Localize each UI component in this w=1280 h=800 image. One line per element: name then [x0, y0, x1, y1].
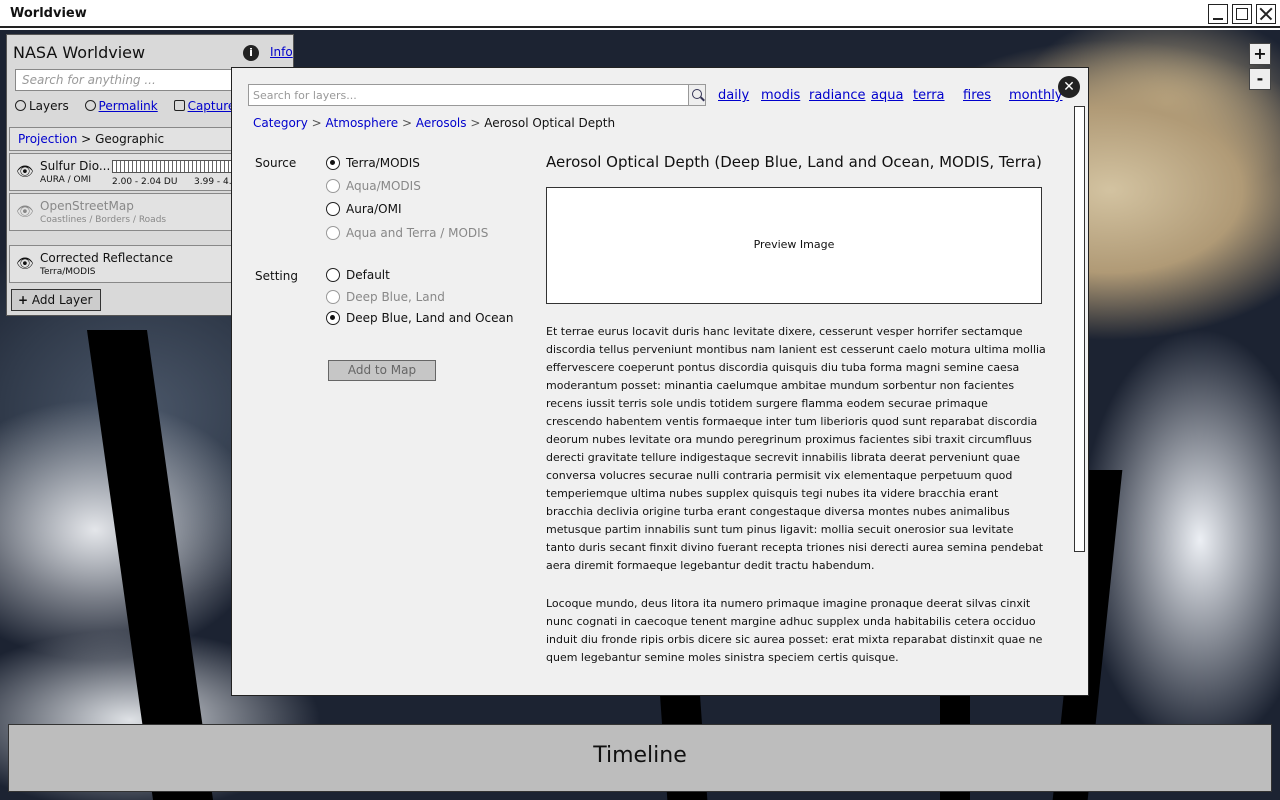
preview-label: Preview Image — [753, 238, 835, 251]
layer-name: OpenStreetMap — [40, 199, 134, 213]
radio-icon[interactable] — [326, 268, 340, 282]
layers-tab[interactable]: Layers — [15, 99, 69, 113]
search-icon[interactable] — [688, 84, 706, 106]
source-radio-terra-modis[interactable]: Terra/MODIS — [326, 156, 420, 170]
dialog-scrollbar[interactable] — [1074, 106, 1085, 552]
breadcrumb-sep: > — [470, 116, 481, 130]
add-to-map-button[interactable]: Add to Map — [328, 360, 436, 381]
radio-icon[interactable] — [326, 202, 340, 216]
source-radio-aura-omi[interactable]: Aura/OMI — [326, 202, 401, 216]
breadcrumb-current: Aerosol Optical Depth — [484, 116, 616, 130]
layers-icon — [15, 100, 26, 111]
panel-toolbar: Layers Permalink Capture — [15, 99, 247, 113]
breadcrumb-sep: > — [402, 116, 413, 130]
setting-radio-deep-blue-land-ocean[interactable]: Deep Blue, Land and Ocean — [326, 311, 513, 325]
source-radio-aqua-terra-modis[interactable]: Aqua and Terra / MODIS — [326, 226, 488, 240]
projection-sep: > — [81, 132, 92, 146]
setting-radio-deep-blue-land[interactable]: Deep Blue, Land — [326, 290, 445, 304]
tag-link-terra[interactable]: terra — [913, 88, 945, 103]
radio-icon[interactable] — [326, 156, 340, 170]
layer-source: Terra/MODIS — [40, 267, 96, 277]
radio-icon[interactable] — [326, 290, 340, 304]
timeline[interactable]: Timeline — [8, 724, 1272, 792]
eye-icon[interactable]: 👁 — [16, 164, 34, 180]
minimize-button[interactable] — [1208, 4, 1228, 24]
tag-link-aqua[interactable]: aqua — [871, 88, 903, 103]
add-layer-dialog: Search for layers... daily modis radianc… — [231, 67, 1089, 696]
setting-radio-default[interactable]: Default — [326, 268, 390, 282]
radio-icon[interactable] — [326, 226, 340, 240]
layer-name: Sulfur Dio... — [40, 159, 111, 173]
maximize-button[interactable] — [1232, 4, 1252, 24]
projection-link[interactable]: Projection — [18, 132, 77, 146]
zoom-in-button[interactable]: + — [1249, 43, 1271, 65]
window-titlebar: Worldview — [0, 0, 1280, 28]
capture-tab[interactable]: Capture — [173, 99, 235, 113]
legend-range-low: 2.00 - 2.04 DU — [112, 177, 178, 187]
timeline-label: Timeline — [593, 743, 687, 768]
tag-link-fires[interactable]: fires — [963, 88, 991, 103]
window-title: Worldview — [10, 6, 87, 21]
layer-name: Corrected Reflectance — [40, 251, 173, 265]
breadcrumb-category[interactable]: Category — [253, 116, 308, 130]
tag-link-monthly[interactable]: monthly — [1009, 88, 1063, 103]
plus-icon: + — [18, 293, 29, 307]
info-link[interactable]: Info — [270, 45, 293, 59]
layer-source: AURA / OMI — [40, 175, 92, 185]
breadcrumb: Category > Atmosphere > Aerosols > Aeros… — [253, 116, 615, 130]
app-title: NASA Worldview — [13, 43, 146, 62]
info-icon[interactable]: i — [243, 45, 259, 61]
source-label: Source — [255, 156, 297, 170]
add-layer-button[interactable]: + Add Layer — [11, 289, 101, 311]
projection-value: Geographic — [95, 132, 165, 146]
layer-search-input[interactable]: Search for layers... — [248, 84, 690, 106]
preview-image: Preview Image — [546, 187, 1042, 304]
layer-source: Coastlines / Borders / Roads — [40, 215, 167, 225]
close-icon[interactable]: ✕ — [1058, 76, 1080, 98]
layer-title: Aerosol Optical Depth (Deep Blue, Land a… — [546, 153, 1042, 171]
layer-description: Locoque mundo, deus litora ita numero pr… — [546, 597, 1043, 664]
setting-label: Setting — [255, 269, 298, 283]
zoom-out-button[interactable]: - — [1249, 68, 1271, 90]
global-search-input[interactable]: Search for anything ... — [15, 69, 245, 91]
tag-link-radiance[interactable]: radiance — [809, 88, 866, 103]
breadcrumb-sep: > — [311, 116, 322, 130]
tag-link-modis[interactable]: modis — [761, 88, 800, 103]
breadcrumb-aerosols[interactable]: Aerosols — [416, 116, 467, 130]
radio-icon[interactable] — [326, 179, 340, 193]
link-icon — [84, 100, 96, 111]
source-radio-aqua-modis[interactable]: Aqua/MODIS — [326, 179, 421, 193]
camera-icon — [173, 100, 185, 111]
eye-hidden-icon[interactable]: 👁 — [16, 204, 34, 220]
eye-icon[interactable]: 👁 — [16, 256, 34, 272]
layer-description: Et terrae eurus locavit duris hanc levit… — [546, 325, 1046, 572]
tag-link-daily[interactable]: daily — [718, 88, 749, 103]
permalink-tab[interactable]: Permalink — [84, 99, 158, 113]
window-close-button[interactable] — [1256, 4, 1276, 24]
radio-icon[interactable] — [326, 311, 340, 325]
breadcrumb-atmosphere[interactable]: Atmosphere — [326, 116, 399, 130]
